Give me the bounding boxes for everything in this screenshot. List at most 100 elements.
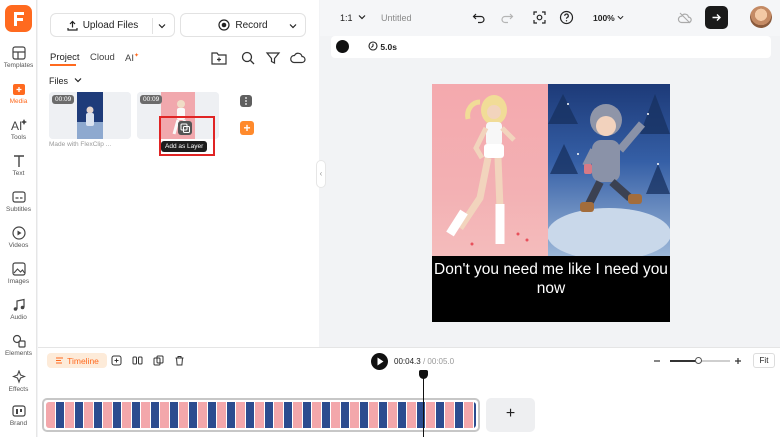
clip-filmstrip xyxy=(46,402,476,428)
duration-badge: 00:09 xyxy=(140,95,163,104)
help-icon[interactable] xyxy=(559,10,574,25)
zoom-slider-fill xyxy=(670,360,698,362)
dancer-image[interactable] xyxy=(432,84,548,256)
elements-icon xyxy=(12,334,26,348)
nav-templates[interactable]: Templates xyxy=(0,46,37,80)
split-icon[interactable] xyxy=(132,355,143,366)
brand-icon xyxy=(11,405,26,417)
nav-images[interactable]: Images xyxy=(0,262,37,296)
media-thumbnail[interactable]: 00:09 xyxy=(49,92,131,139)
nav-label: Images xyxy=(7,278,30,285)
subtitles-icon xyxy=(11,191,26,203)
chevron-down-icon xyxy=(358,15,366,20)
screenshot-icon[interactable] xyxy=(532,10,547,25)
effects-sparkle-icon xyxy=(11,370,26,384)
timeline-panel: Timeline 00:04.3 / 00:05.0 Fit + xyxy=(38,347,780,437)
tab-project[interactable]: Project xyxy=(50,52,80,63)
zoom-in-icon[interactable] xyxy=(733,356,743,366)
trash-icon[interactable] xyxy=(174,355,185,366)
nav-brand[interactable]: Brand xyxy=(0,404,37,437)
record-button[interactable]: Record xyxy=(180,13,306,37)
nav-label: Audio xyxy=(10,314,27,321)
add-to-timeline-icon[interactable]: + xyxy=(240,121,254,135)
timeline-label: Timeline xyxy=(67,355,99,366)
add-as-layer-tooltip: Add as Layer xyxy=(161,141,208,152)
more-options-icon[interactable] xyxy=(240,95,252,107)
undo-icon[interactable] xyxy=(472,11,486,25)
video-canvas[interactable]: Don't you need me like I need you now xyxy=(432,84,670,322)
nav-text[interactable]: Text xyxy=(0,154,37,188)
add-scene-icon[interactable] xyxy=(111,355,122,366)
record-label: Record xyxy=(235,19,268,31)
duplicate-icon[interactable] xyxy=(153,355,164,366)
aspect-ratio-select[interactable]: 1:1 xyxy=(340,13,366,23)
tab-cloud[interactable]: Cloud xyxy=(90,52,115,63)
collapse-panel-handle[interactable]: ‹ xyxy=(316,160,326,188)
upload-files-label: Upload Files xyxy=(82,19,139,31)
button-divider xyxy=(152,18,153,34)
filter-icon[interactable] xyxy=(264,49,282,67)
add-clip-button[interactable]: + xyxy=(486,398,535,432)
play-button[interactable] xyxy=(371,353,388,370)
zoom-out-icon[interactable] xyxy=(652,356,662,366)
files-section[interactable]: Files xyxy=(49,76,82,86)
nav-audio[interactable]: Audio xyxy=(0,298,37,332)
tab-ai[interactable]: AI✦ xyxy=(125,52,139,64)
media-caption: Made with FlexClip ... xyxy=(49,141,112,148)
playhead[interactable] xyxy=(419,370,428,437)
top-bar: 1:1 Untitled 100% xyxy=(320,0,780,36)
video-clip-track[interactable] xyxy=(42,398,480,432)
timeline-icon xyxy=(56,357,64,364)
winter-girl-image[interactable] xyxy=(547,84,670,260)
images-icon xyxy=(11,262,26,276)
record-icon xyxy=(218,19,230,31)
nav-videos[interactable]: Videos xyxy=(0,226,37,260)
nav-label: Brand xyxy=(9,420,28,427)
nav-label: Media xyxy=(9,98,28,105)
nav-subtitles[interactable]: Subtitles xyxy=(0,190,37,224)
new-folder-icon[interactable] xyxy=(210,49,228,67)
nav-label: Tools xyxy=(10,134,27,141)
timeline-zoom-slider[interactable] xyxy=(670,357,730,364)
nav-tools[interactable]: AI Tools xyxy=(0,118,37,152)
search-icon[interactable] xyxy=(239,49,257,67)
winter-girl-illustration xyxy=(547,94,670,260)
nav-effects[interactable]: Effects xyxy=(0,370,37,404)
nav-label: Elements xyxy=(4,350,33,357)
fit-button[interactable]: Fit xyxy=(753,353,775,368)
zoom-slider-handle[interactable] xyxy=(695,357,702,364)
flexclip-logo[interactable] xyxy=(5,5,32,32)
nav-label: Subtitles xyxy=(6,206,31,213)
music-note-icon xyxy=(13,298,25,311)
videos-icon xyxy=(11,226,26,240)
redo-icon[interactable] xyxy=(500,11,514,25)
nav-label: Effects xyxy=(8,386,29,393)
background-color-swatch[interactable] xyxy=(336,40,349,53)
scene-duration-control[interactable]: 5.0s xyxy=(368,41,397,52)
templates-icon xyxy=(11,46,26,60)
files-label: Files xyxy=(49,76,69,86)
zoom-select[interactable]: 100% xyxy=(593,13,624,23)
duration-badge: 00:09 xyxy=(52,95,75,104)
clock-icon xyxy=(368,41,378,51)
user-avatar[interactable] xyxy=(750,6,772,28)
nav-media[interactable]: Media xyxy=(0,82,37,116)
upload-files-button[interactable]: Upload Files xyxy=(50,13,175,37)
ai-sparkle-icon: ✦ xyxy=(133,53,140,59)
subtitle-caption[interactable]: Don't you need me like I need you now xyxy=(432,260,670,298)
cloud-sync-icon[interactable] xyxy=(677,11,693,25)
logo-f-icon xyxy=(13,11,24,26)
text-icon xyxy=(13,155,24,167)
export-button[interactable] xyxy=(705,6,728,29)
chevron-down-icon xyxy=(617,15,624,20)
timeline-toggle[interactable]: Timeline xyxy=(47,353,107,368)
arrow-right-icon xyxy=(712,14,721,21)
left-nav: Templates Media AI Tools Text Subtitles … xyxy=(0,0,37,437)
nav-elements[interactable]: Elements xyxy=(0,334,37,368)
chevron-down-icon[interactable] xyxy=(158,22,166,30)
chevron-down-icon[interactable] xyxy=(289,22,297,30)
play-icon xyxy=(377,357,384,366)
cloud-icon[interactable] xyxy=(289,49,307,67)
project-name-input[interactable]: Untitled xyxy=(381,13,412,23)
vertical-dots-icon xyxy=(245,97,247,105)
